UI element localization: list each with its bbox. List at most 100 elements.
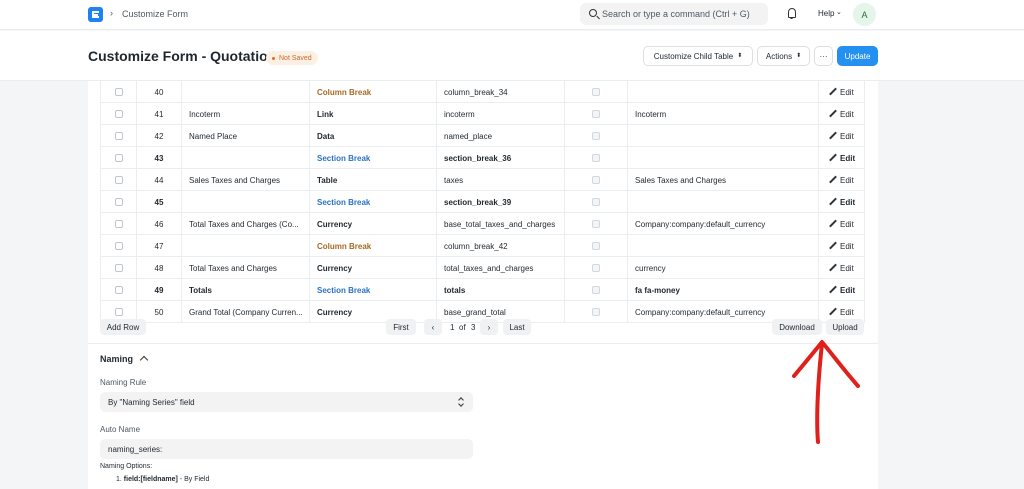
mandatory-cell[interactable] bbox=[565, 103, 628, 125]
fieldname-cell[interactable]: column_break_34 bbox=[437, 81, 565, 103]
row-select-cell[interactable] bbox=[100, 81, 137, 103]
field-type-cell[interactable]: Section Break bbox=[310, 147, 437, 169]
field-label-cell[interactable] bbox=[182, 81, 310, 103]
fieldname-cell[interactable]: totals bbox=[437, 279, 565, 301]
field-type-cell[interactable]: Section Break bbox=[310, 191, 437, 213]
mandatory-checkbox[interactable] bbox=[592, 308, 600, 316]
row-checkbox[interactable] bbox=[114, 176, 123, 184]
field-label-cell[interactable]: Named Place bbox=[182, 125, 310, 147]
table-row[interactable]: 46 Total Taxes and Charges (Co... Currency… bbox=[100, 213, 865, 235]
fieldname-cell[interactable]: column_break_42 bbox=[437, 235, 565, 257]
field-type-cell[interactable]: Data bbox=[310, 125, 437, 147]
edit-row-button[interactable]: Edit bbox=[819, 81, 865, 103]
options-cell[interactable] bbox=[628, 235, 819, 257]
table-row[interactable]: 48 Total Taxes and Charges Currency total_t… bbox=[100, 257, 865, 279]
field-type-cell[interactable]: Currency bbox=[310, 257, 437, 279]
fieldname-cell[interactable]: section_break_39 bbox=[437, 191, 565, 213]
options-cell[interactable]: fa fa-money bbox=[628, 279, 819, 301]
options-cell[interactable] bbox=[628, 81, 819, 103]
edit-row-button[interactable]: Edit bbox=[819, 235, 865, 257]
row-select-cell[interactable] bbox=[100, 191, 137, 213]
mandatory-cell[interactable] bbox=[565, 301, 628, 323]
auto-name-input[interactable]: naming_series: bbox=[100, 439, 473, 459]
field-label-cell[interactable]: Grand Total (Company Curren... bbox=[182, 301, 310, 323]
options-cell[interactable] bbox=[628, 191, 819, 213]
fieldname-cell[interactable]: total_taxes_and_charges bbox=[437, 257, 565, 279]
chevron-up-icon[interactable] bbox=[139, 355, 149, 365]
search-input[interactable]: Search or type a command (Ctrl + G) bbox=[580, 3, 768, 25]
edit-row-button[interactable]: Edit bbox=[819, 213, 865, 235]
mandatory-checkbox[interactable] bbox=[592, 286, 600, 294]
pager-next-button[interactable]: › bbox=[480, 319, 498, 335]
edit-row-button[interactable]: Edit bbox=[819, 191, 865, 213]
options-cell[interactable] bbox=[628, 147, 819, 169]
field-label-cell[interactable]: Incoterm bbox=[182, 103, 310, 125]
edit-row-button[interactable]: Edit bbox=[819, 125, 865, 147]
row-select-cell[interactable] bbox=[100, 257, 137, 279]
field-label-cell[interactable] bbox=[182, 235, 310, 257]
mandatory-cell[interactable] bbox=[565, 235, 628, 257]
mandatory-cell[interactable] bbox=[565, 169, 628, 191]
mandatory-checkbox[interactable] bbox=[592, 220, 600, 228]
row-checkbox[interactable] bbox=[114, 220, 123, 228]
mandatory-checkbox[interactable] bbox=[592, 88, 600, 96]
row-select-cell[interactable] bbox=[100, 235, 137, 257]
mandatory-checkbox[interactable] bbox=[592, 198, 600, 206]
row-checkbox[interactable] bbox=[114, 286, 123, 294]
mandatory-cell[interactable] bbox=[565, 191, 628, 213]
options-cell[interactable]: Incoterm bbox=[628, 103, 819, 125]
breadcrumb[interactable]: Customize Form bbox=[122, 9, 188, 19]
table-row[interactable]: 41 Incoterm Link incoterm Incoterm Edit bbox=[100, 103, 865, 125]
edit-row-button[interactable]: Edit bbox=[819, 147, 865, 169]
field-type-cell[interactable]: Section Break bbox=[310, 279, 437, 301]
fieldname-cell[interactable]: base_total_taxes_and_charges bbox=[437, 213, 565, 235]
fieldname-cell[interactable]: base_grand_total bbox=[437, 301, 565, 323]
mandatory-checkbox[interactable] bbox=[592, 110, 600, 118]
help-menu[interactable]: Help bbox=[818, 9, 834, 18]
row-checkbox[interactable] bbox=[114, 198, 123, 206]
row-select-cell[interactable] bbox=[100, 279, 137, 301]
mandatory-checkbox[interactable] bbox=[592, 176, 600, 184]
field-label-cell[interactable]: Totals bbox=[182, 279, 310, 301]
options-cell[interactable] bbox=[628, 125, 819, 147]
edit-row-button[interactable]: Edit bbox=[819, 279, 865, 301]
customize-child-table-button[interactable]: Customize Child Table ⬍ bbox=[643, 46, 753, 66]
field-label-cell[interactable]: Sales Taxes and Charges bbox=[182, 169, 310, 191]
row-select-cell[interactable] bbox=[100, 147, 137, 169]
avatar[interactable]: A bbox=[853, 3, 876, 26]
row-select-cell[interactable] bbox=[100, 169, 137, 191]
field-label-cell[interactable]: Total Taxes and Charges bbox=[182, 257, 310, 279]
field-type-cell[interactable]: Currency bbox=[310, 213, 437, 235]
table-row[interactable]: 42 Named Place Data named_place Edit bbox=[100, 125, 865, 147]
notification-bell-icon[interactable] bbox=[787, 8, 797, 19]
options-cell[interactable]: Sales Taxes and Charges bbox=[628, 169, 819, 191]
naming-section-title[interactable]: Naming bbox=[100, 354, 133, 364]
fieldname-cell[interactable]: named_place bbox=[437, 125, 565, 147]
row-select-cell[interactable] bbox=[100, 103, 137, 125]
field-type-cell[interactable]: Table bbox=[310, 169, 437, 191]
row-select-cell[interactable] bbox=[100, 213, 137, 235]
edit-row-button[interactable]: Edit bbox=[819, 169, 865, 191]
row-select-cell[interactable] bbox=[100, 125, 137, 147]
mandatory-cell[interactable] bbox=[565, 279, 628, 301]
field-label-cell[interactable] bbox=[182, 147, 310, 169]
field-type-cell[interactable]: Link bbox=[310, 103, 437, 125]
app-logo-icon[interactable] bbox=[88, 7, 103, 22]
actions-button[interactable]: Actions ⬍ bbox=[757, 46, 810, 66]
add-row-button[interactable]: Add Row bbox=[100, 319, 146, 335]
row-checkbox[interactable] bbox=[114, 154, 123, 162]
edit-row-button[interactable]: Edit bbox=[819, 257, 865, 279]
fieldname-cell[interactable]: incoterm bbox=[437, 103, 565, 125]
table-row[interactable]: 47 Column Break column_break_42 Edit bbox=[100, 235, 865, 257]
mandatory-cell[interactable] bbox=[565, 147, 628, 169]
mandatory-checkbox[interactable] bbox=[592, 264, 600, 272]
mandatory-checkbox[interactable] bbox=[592, 154, 600, 162]
field-type-cell[interactable]: Column Break bbox=[310, 81, 437, 103]
pager-first-button[interactable]: First bbox=[386, 319, 416, 335]
row-checkbox[interactable] bbox=[114, 242, 123, 250]
row-checkbox[interactable] bbox=[114, 308, 123, 316]
table-row[interactable]: 49 Totals Section Break totals fa fa-money Ed… bbox=[100, 279, 865, 301]
field-type-cell[interactable]: Currency bbox=[310, 301, 437, 323]
field-label-cell[interactable] bbox=[182, 191, 310, 213]
row-checkbox[interactable] bbox=[114, 110, 123, 118]
